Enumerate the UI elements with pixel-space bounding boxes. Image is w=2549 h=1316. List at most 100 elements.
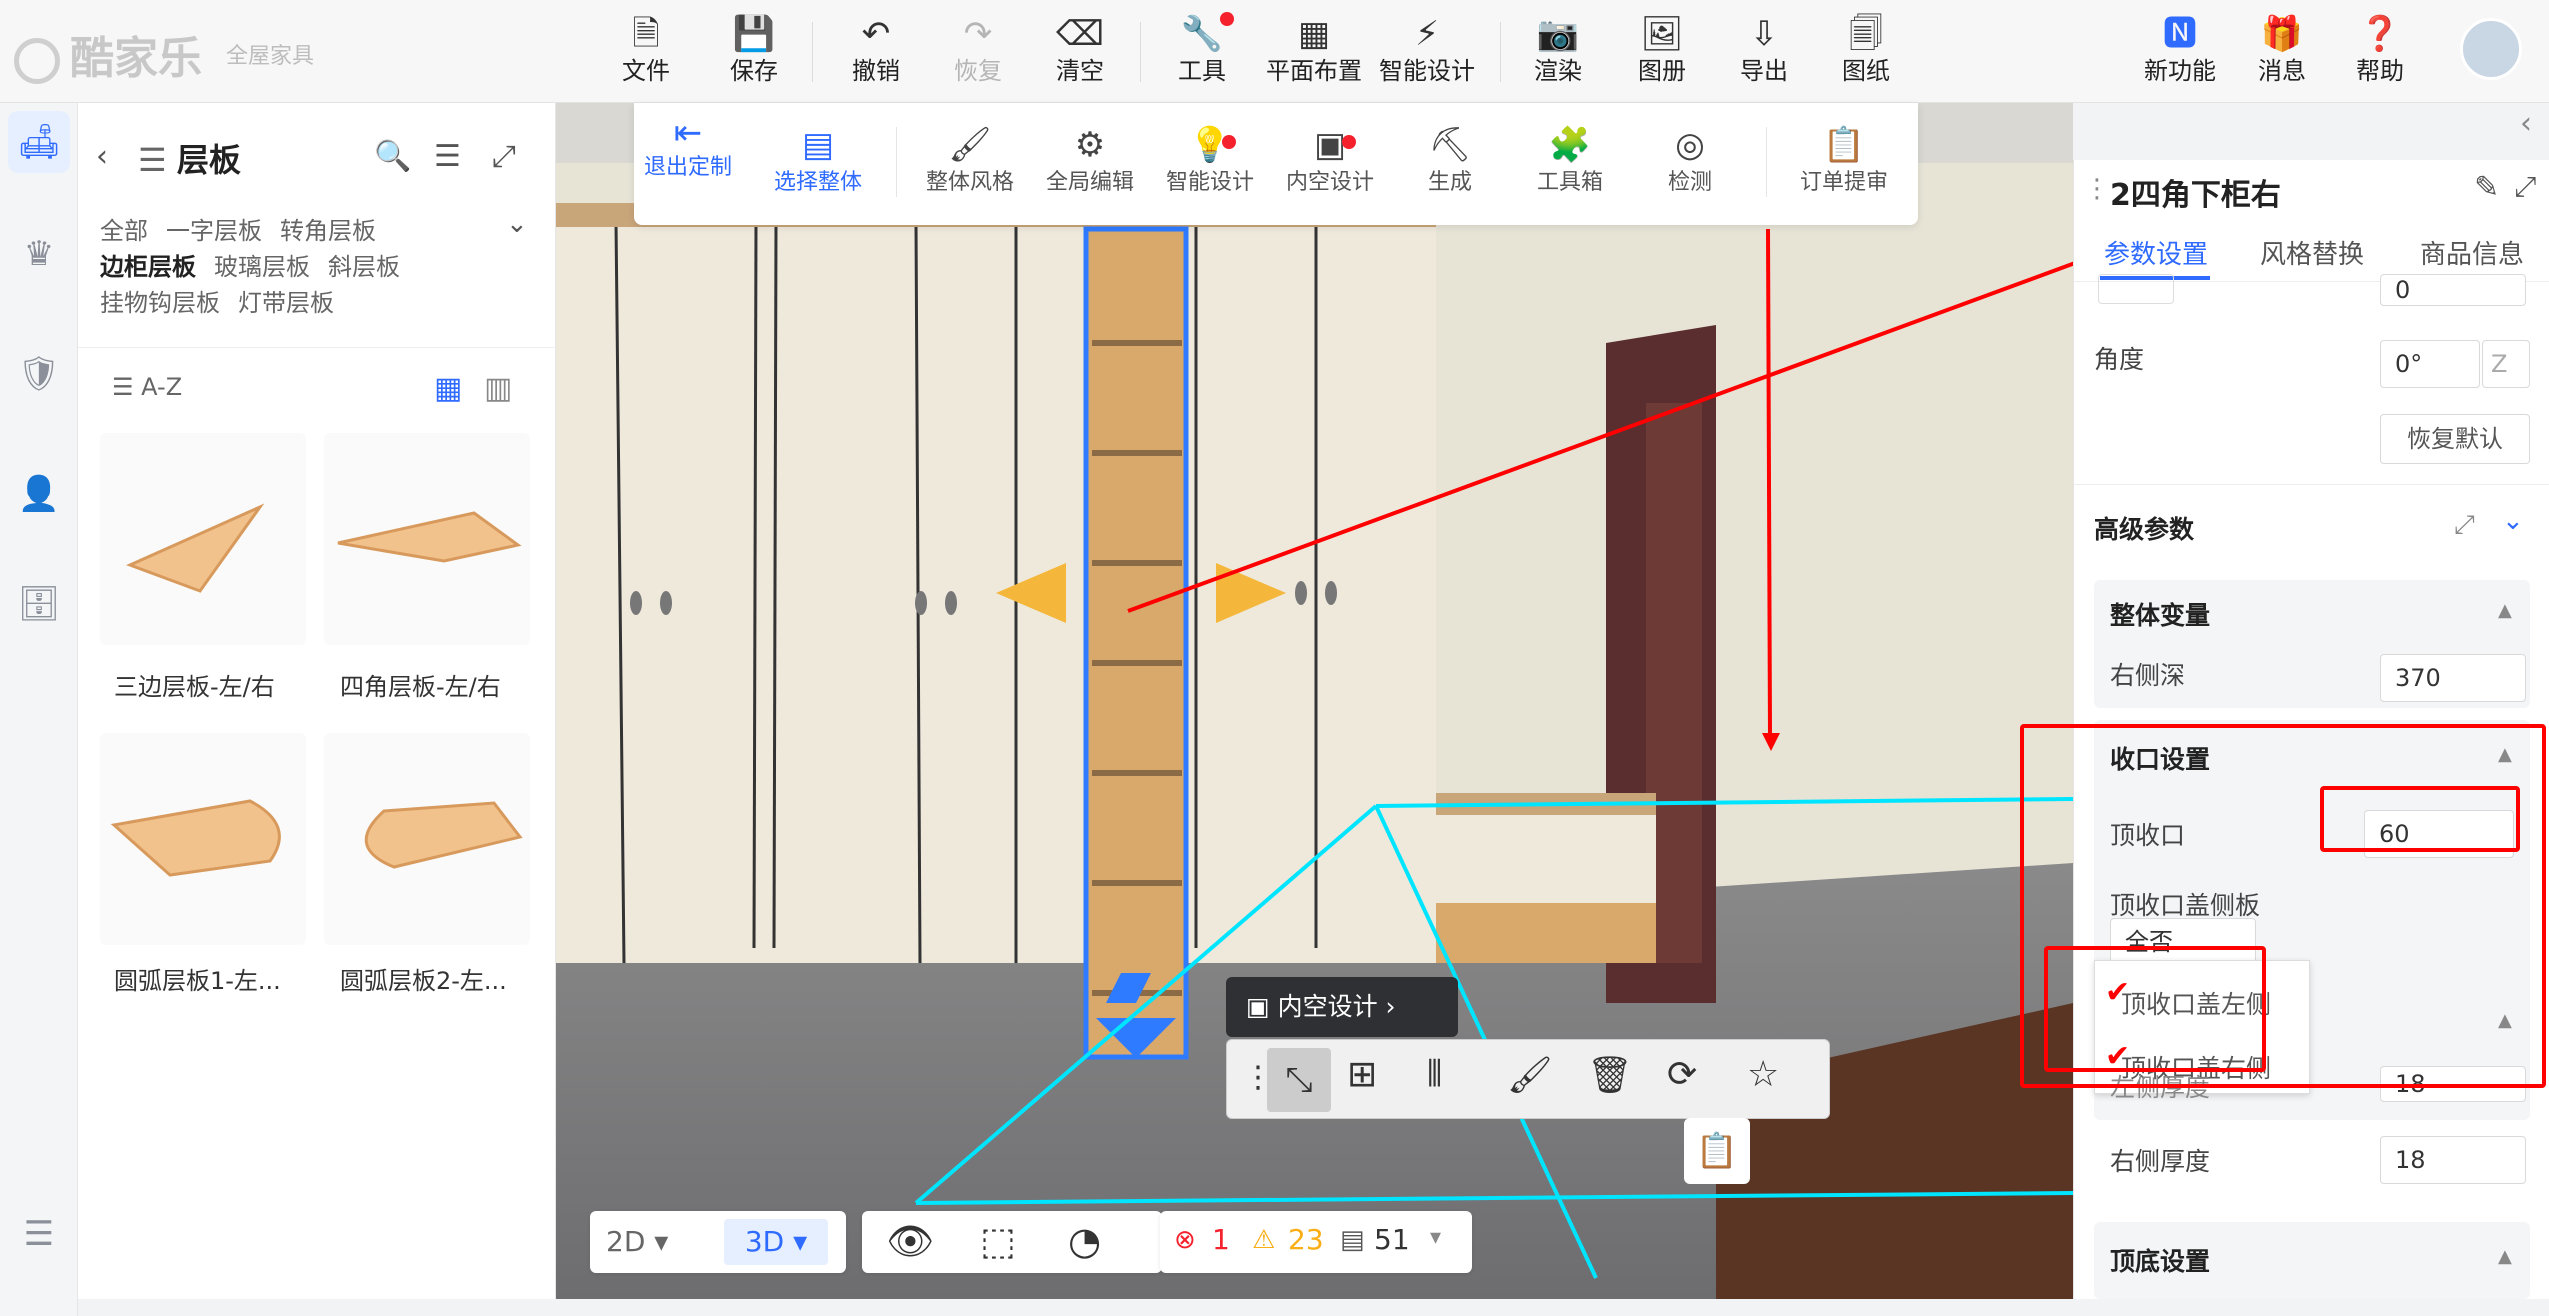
- reset-button[interactable]: 恢复默认: [2380, 414, 2530, 464]
- align-option-icon[interactable]: [2098, 274, 2174, 304]
- collapse-icon[interactable]: ▲: [2498, 600, 2512, 621]
- category-item[interactable]: 转角层板: [280, 213, 376, 249]
- tab-product-info[interactable]: 商品信息: [2420, 234, 2524, 271]
- tools-button[interactable]: 🔧 工具: [1156, 12, 1248, 94]
- user-icon[interactable]: 👤: [8, 463, 70, 525]
- tab-params[interactable]: 参数设置: [2104, 234, 2208, 271]
- gauge-icon[interactable]: ◔: [1068, 1219, 1101, 1263]
- view-switch: 2D ▾ 3D ▾: [590, 1211, 846, 1273]
- category-item[interactable]: 斜层板: [328, 249, 400, 285]
- edit-icon[interactable]: ✎: [2474, 170, 2499, 205]
- clipboard-icon[interactable]: 📋: [1684, 1118, 1750, 1184]
- expand-icon[interactable]: ⤢: [2514, 170, 2536, 204]
- puzzle-icon: 🧩: [1548, 125, 1592, 165]
- expand-icon[interactable]: ⤢: [492, 139, 516, 174]
- item-thumbnail[interactable]: [100, 733, 306, 945]
- split-icon[interactable]: ⫴: [1427, 1054, 1442, 1096]
- select-all-button[interactable]: ▤ 选择整体: [758, 123, 878, 199]
- generate-button[interactable]: ⛏ 生成: [1390, 123, 1510, 199]
- list-view-icon[interactable]: ▥: [484, 371, 512, 406]
- custom-ribbon: ⇤ 退出定制 ▤ 选择整体 🖌 整体风格 ⚙ 全局编辑 💡 智能设计 ▣ 内空设计 ⛏ 生成 …: [634, 103, 1918, 225]
- category-item[interactable]: 灯带层板: [238, 285, 334, 321]
- message-button[interactable]: 🎁 消息: [2236, 14, 2328, 94]
- help-button[interactable]: ❓ 帮助: [2334, 14, 2426, 94]
- view-2d-button[interactable]: 2D ▾: [606, 1221, 710, 1263]
- panel-title: ☰ 层板: [138, 141, 241, 179]
- render-button[interactable]: 📷 渲染: [1512, 14, 1604, 94]
- floorplan-icon: ▦: [1297, 14, 1331, 54]
- axis-select[interactable]: Z: [2482, 340, 2530, 388]
- status-counts[interactable]: ⊗ 1 ⚠ 23 ▤ 51 ▾: [1160, 1211, 1472, 1273]
- category-item[interactable]: 挂物钩层板: [100, 285, 220, 321]
- angle-input[interactable]: 0°: [2380, 340, 2480, 388]
- right-thickness-select[interactable]: 18: [2380, 1136, 2526, 1184]
- detect-button[interactable]: ◎ 检测: [1630, 123, 1750, 199]
- 2d-toggle-icon[interactable]: ⟳: [1667, 1054, 1697, 1095]
- item-thumbnail[interactable]: [324, 433, 530, 645]
- clear-button[interactable]: ⌫ 清空: [1034, 14, 1126, 94]
- view-3d-button[interactable]: 3D ▾: [724, 1219, 828, 1265]
- angle-label: 角度: [2094, 345, 2145, 374]
- view-2d-label: 2D: [606, 1225, 646, 1258]
- wrench-icon: 🔧: [1180, 14, 1224, 54]
- collapse-icon[interactable]: ▲: [2498, 1246, 2512, 1267]
- save-button[interactable]: 💾 保存: [708, 14, 800, 94]
- undo-button[interactable]: ↶ 撤销: [830, 14, 922, 94]
- sort-button[interactable]: ☰ A-Z: [112, 373, 182, 401]
- drawing-button[interactable]: 🗐 图纸: [1820, 14, 1912, 94]
- new-feature-button[interactable]: 🅽 新功能: [2130, 14, 2230, 94]
- list-icon[interactable]: ☰: [8, 1203, 70, 1265]
- expand-icon[interactable]: ⤢: [2454, 510, 2475, 541]
- style-button[interactable]: 🖌 整体风格: [910, 123, 1030, 199]
- global-edit-button[interactable]: ⚙ 全局编辑: [1030, 123, 1150, 199]
- view-tools: 👁 ⬚ ◔: [862, 1211, 1162, 1273]
- 3d-viewport[interactable]: ▣ 内空设计 › ⋮ ⤡ ⊞ ⫴ 🖌 🗑 ⟳ ☆ 📋: [556, 103, 2073, 1299]
- category-item[interactable]: 一字层板: [166, 213, 262, 249]
- right-thickness-label: 右侧厚度: [2110, 1147, 2211, 1176]
- cube-icon[interactable]: ⬚: [980, 1219, 1016, 1263]
- vip-badge-icon[interactable]: 🛡: [8, 343, 70, 405]
- chevron-down-icon[interactable]: ⌄: [2502, 506, 2524, 536]
- back-icon[interactable]: ‹: [96, 139, 108, 174]
- item-thumbnail[interactable]: [324, 733, 530, 945]
- search-icon[interactable]: 🔍: [374, 139, 411, 174]
- tab-style-replace[interactable]: 风格替换: [2260, 234, 2364, 271]
- right-depth-input[interactable]: 370: [2380, 654, 2526, 702]
- item-thumbnail[interactable]: [100, 433, 306, 645]
- overall-group: 整体变量 ▲ 右侧深 370: [2094, 580, 2530, 708]
- add-icon[interactable]: ⊞: [1347, 1054, 1377, 1095]
- delete-icon[interactable]: 🗑: [1587, 1054, 1633, 1096]
- sofa-icon[interactable]: 🛋: [8, 111, 70, 173]
- file-button[interactable]: 🗎 文件: [600, 14, 692, 94]
- chevron-down-icon[interactable]: ⌄: [506, 209, 528, 239]
- smart-design-button[interactable]: ⚡ 智能设计: [1372, 14, 1482, 94]
- eye-icon[interactable]: 👁: [886, 1219, 934, 1264]
- toolbox-button[interactable]: 🧩 工具箱: [1510, 123, 1630, 199]
- smart-button[interactable]: 💡 智能设计: [1150, 123, 1270, 199]
- drag-handle-icon[interactable]: ⋮: [2084, 174, 2110, 204]
- album-button[interactable]: 🖼 图册: [1616, 14, 1708, 94]
- floor-layout-button[interactable]: ▦ 平面布置: [1262, 14, 1366, 94]
- category-item[interactable]: 全部: [100, 213, 148, 249]
- floating-toolbar: ⋮ ⤡ ⊞ ⫴ 🖌 🗑 ⟳ ☆: [1226, 1039, 1830, 1119]
- collapse-icon[interactable]: ☰: [434, 139, 461, 174]
- collapse-right-icon[interactable]: ‹: [2506, 106, 2546, 152]
- star-icon[interactable]: ☆: [1747, 1054, 1779, 1095]
- inner-button[interactable]: ▣ 内空设计: [1270, 123, 1390, 199]
- crown-icon[interactable]: ♛: [8, 223, 70, 285]
- redo-button[interactable]: ↷ 恢复: [932, 14, 1024, 94]
- order-review-button[interactable]: 📋 订单提审: [1784, 123, 1904, 199]
- panel-title: 2四角下柜右: [2110, 178, 2281, 213]
- grid-view-icon[interactable]: ▦: [434, 371, 462, 406]
- category-item-selected[interactable]: 边柜层板: [100, 249, 196, 285]
- export-button[interactable]: ⇩ 导出: [1718, 14, 1810, 94]
- inner-design-button[interactable]: ▣ 内空设计 ›: [1226, 977, 1458, 1037]
- avatar[interactable]: [2460, 18, 2522, 80]
- lightning-icon: ⚡: [1415, 14, 1439, 54]
- partial-input[interactable]: 0: [2380, 274, 2526, 306]
- category-item[interactable]: 玻璃层板: [214, 249, 310, 285]
- exit-custom-button[interactable]: ⇤ 退出定制: [634, 111, 742, 181]
- brush-icon[interactable]: 🖌: [1507, 1054, 1553, 1096]
- scale-icon[interactable]: ⤡: [1267, 1048, 1331, 1112]
- cabinet-icon[interactable]: 🗄: [8, 573, 70, 635]
